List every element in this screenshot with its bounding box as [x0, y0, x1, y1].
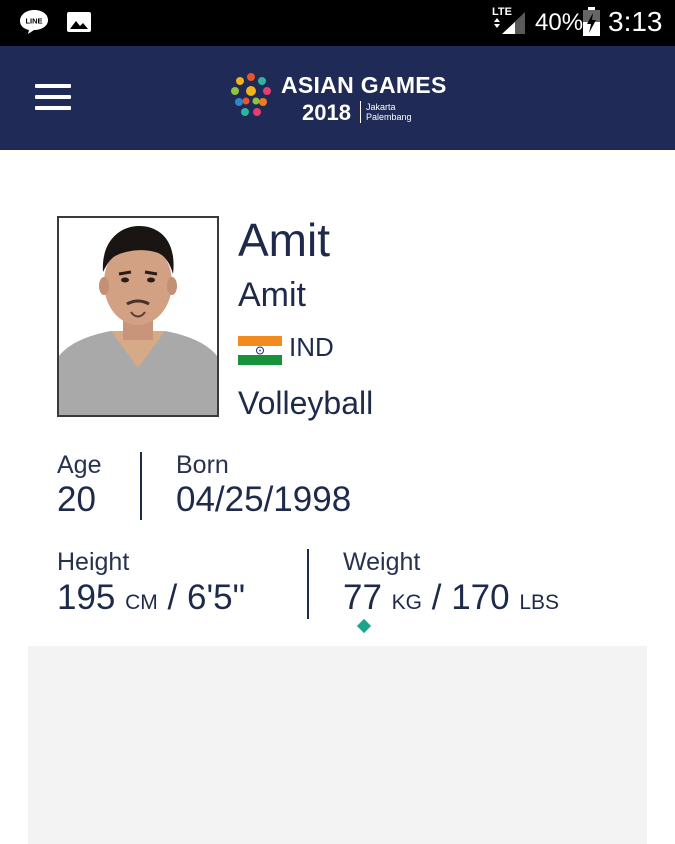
height-value: 195 CM / 6'5" [57, 578, 246, 617]
stats-divider [140, 452, 142, 520]
content-panel [28, 646, 647, 844]
page-indicator-dot[interactable] [356, 618, 372, 634]
svg-text:LTE: LTE [492, 6, 512, 18]
asian-games-emblem-icon [231, 73, 271, 116]
athlete-name: Amit [238, 214, 330, 266]
logo-city: Jakarta Palembang [366, 102, 412, 122]
weight-label: Weight [343, 548, 421, 576]
gallery-icon [67, 12, 91, 32]
logo-title: ASIAN GAMES [281, 72, 447, 98]
athlete-full-name: Amit [238, 276, 306, 314]
app-header: ASIAN GAMES 2018 Jakarta Palembang [0, 46, 675, 150]
country-code: IND [289, 332, 334, 362]
hamburger-menu-icon[interactable] [35, 84, 71, 110]
logo-year: 2018 [302, 100, 351, 125]
weight-value: 77 KG / 170 LBS [343, 578, 560, 617]
stats-divider [307, 549, 309, 619]
age-label: Age [57, 451, 102, 479]
born-label: Born [176, 451, 229, 479]
lte-signal-icon: LTE [492, 6, 525, 34]
status-bar: LINE LTE 40% 3:13 [0, 0, 675, 46]
clock: 3:13 [608, 6, 663, 37]
asian-games-logo: ASIAN GAMES 2018 Jakarta Palembang [229, 68, 469, 128]
athlete-photo [57, 216, 219, 417]
logo-divider [360, 101, 361, 123]
india-flag-icon [238, 336, 282, 365]
sport-name: Volleyball [238, 385, 374, 421]
height-label: Height [57, 548, 130, 576]
svg-text:LINE: LINE [25, 17, 42, 26]
battery-charging-icon [583, 7, 600, 36]
born-value: 04/25/1998 [176, 480, 352, 519]
battery-percent: 40% [535, 9, 584, 36]
line-app-icon: LINE [20, 10, 48, 34]
age-value: 20 [57, 480, 96, 519]
